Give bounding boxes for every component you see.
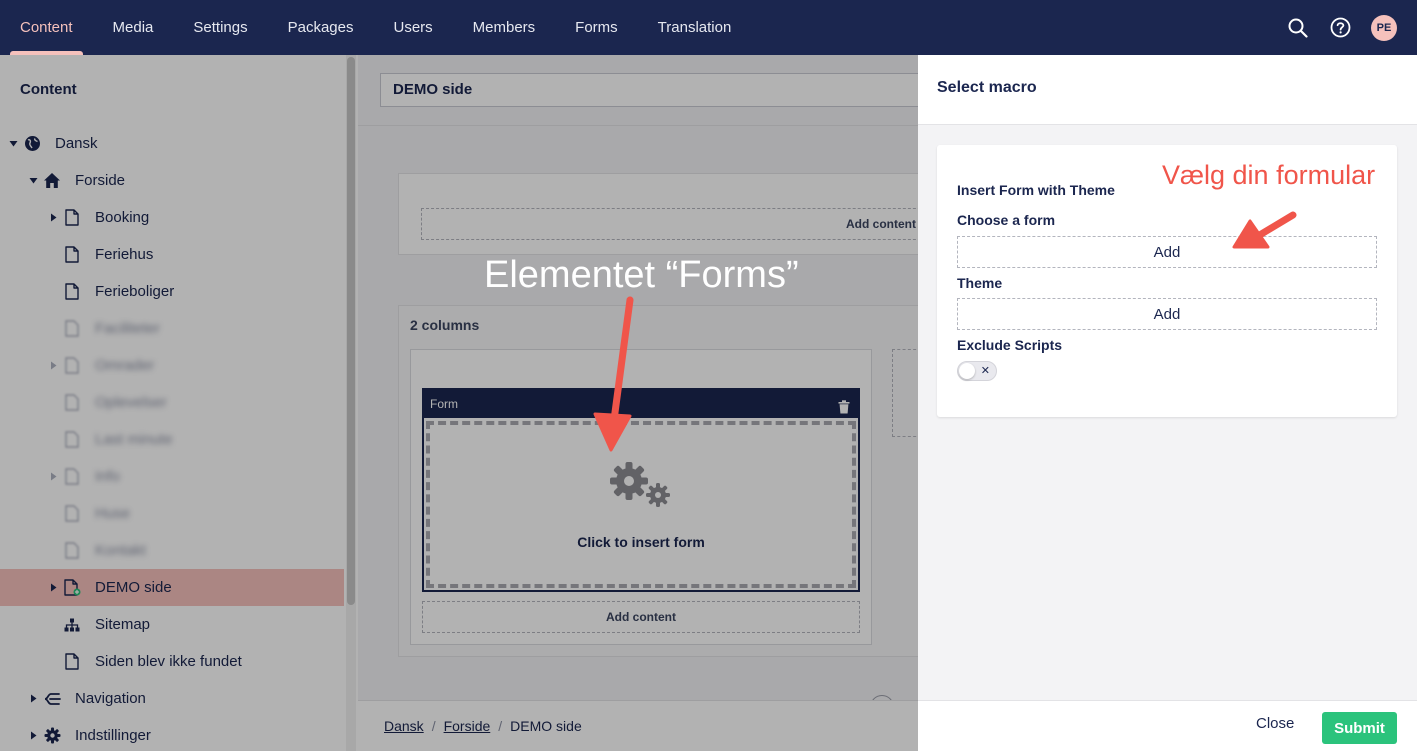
- theme-label: Theme: [957, 275, 1003, 291]
- tab-media[interactable]: Media: [93, 0, 174, 55]
- tab-settings[interactable]: Settings: [173, 0, 267, 55]
- choose-form-label: Choose a form: [957, 212, 1056, 228]
- submit-button[interactable]: Submit: [1322, 712, 1397, 744]
- tab-forms[interactable]: Forms: [555, 0, 638, 55]
- choose-form-add-button[interactable]: Add: [957, 236, 1377, 268]
- exclude-scripts-toggle[interactable]: ✕: [957, 361, 997, 381]
- close-button[interactable]: Close: [1256, 715, 1294, 732]
- modal-backdrop[interactable]: [0, 55, 918, 751]
- tab-translation[interactable]: Translation: [638, 0, 752, 55]
- toggle-off-icon: ✕: [980, 365, 990, 377]
- exclude-scripts-label: Exclude Scripts: [957, 337, 1063, 353]
- annotation-forms-element: Elementet “Forms”: [484, 254, 799, 296]
- tab-members[interactable]: Members: [453, 0, 556, 55]
- tab-packages[interactable]: Packages: [268, 0, 374, 55]
- toggle-knob: [959, 363, 975, 379]
- annotation-choose-form: Vælg din formular: [1162, 160, 1376, 190]
- panel-title: Select macro: [937, 79, 1037, 96]
- panel-header: Select macro: [918, 55, 1417, 125]
- tab-users[interactable]: Users: [373, 0, 452, 55]
- top-bar: Content Media Settings Packages Users Me…: [0, 0, 1417, 55]
- user-avatar[interactable]: PE: [1371, 14, 1397, 41]
- tab-content[interactable]: Content: [0, 0, 93, 55]
- top-navigation: Content Media Settings Packages Users Me…: [0, 0, 751, 55]
- theme-add-button[interactable]: Add: [957, 298, 1377, 330]
- help-icon[interactable]: [1329, 17, 1351, 39]
- top-tools: PE: [1287, 0, 1397, 55]
- macro-name: Insert Form with Theme: [957, 182, 1115, 198]
- search-icon[interactable]: [1287, 17, 1309, 39]
- panel-footer: Close Submit: [918, 700, 1417, 751]
